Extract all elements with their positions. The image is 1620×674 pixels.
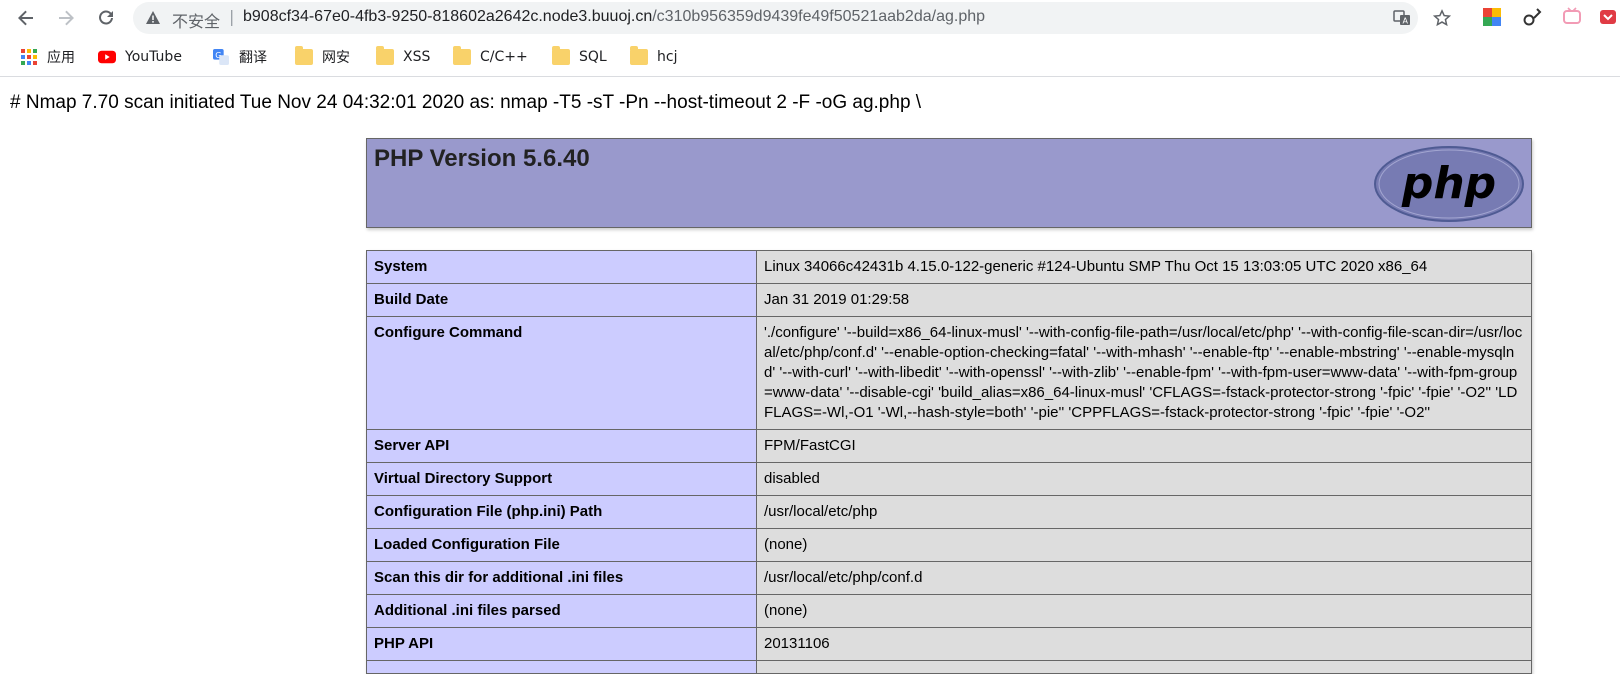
bookmark-folder-wangan[interactable]: 网安 — [295, 46, 350, 67]
info-key-cell: PHP API — [366, 627, 757, 661]
url-text[interactable]: b908cf34-67e0-4fb3-9250-818602a2642c.nod… — [243, 8, 985, 26]
folder-icon — [630, 46, 648, 65]
browser-toolbar: 不安全 | b908cf34-67e0-4fb3-9250-818602a264… — [0, 0, 1620, 36]
address-bar[interactable]: 不安全 | b908cf34-67e0-4fb3-9250-818602a264… — [133, 2, 1418, 34]
bookmark-folder-cpp[interactable]: C/C++ — [453, 46, 528, 67]
bookmark-apps[interactable]: 应用 — [20, 47, 75, 67]
php-logo-text: php — [1401, 158, 1496, 209]
google-translate-icon: G — [213, 49, 229, 65]
info-value-cell: /usr/local/etc/php — [756, 495, 1532, 529]
info-row: Scan this dir for additional .ini files /… — [366, 561, 1532, 595]
security-label[interactable]: 不安全 — [172, 8, 220, 32]
info-row: Configure Command './configure' '--build=… — [366, 316, 1532, 430]
info-key-cell — [366, 660, 757, 674]
php-info-table: System Linux 34066c42431b 4.15.0-122-gene… — [366, 250, 1532, 674]
translate-icon: A — [1393, 10, 1410, 26]
info-row: Virtual Directory Support disabled — [366, 462, 1532, 496]
bookmark-label: C/C++ — [480, 49, 528, 65]
reload-icon — [99, 10, 113, 25]
info-value-cell: /usr/local/etc/php/conf.d — [756, 561, 1532, 595]
info-row: Server API FPM/FastCGI — [366, 429, 1532, 463]
guitar-icon — [1523, 8, 1542, 26]
info-row: Loaded Configuration File (none) — [366, 528, 1532, 562]
info-key-cell: Loaded Configuration File — [366, 528, 757, 562]
info-value-cell — [756, 660, 1532, 674]
bookmark-label: XSS — [403, 49, 431, 65]
extension-guitar-button[interactable] — [1522, 7, 1542, 27]
info-row: Build Date Jan 31 2019 01:29:58 — [366, 283, 1532, 317]
info-value-cell: disabled — [756, 462, 1532, 496]
php-logo[interactable]: php — [1373, 145, 1525, 223]
tv-icon — [1563, 7, 1581, 24]
back-arrow-icon — [18, 10, 33, 26]
translate-page-button[interactable]: A — [1392, 8, 1412, 28]
info-row: PHP API 20131106 — [366, 627, 1532, 661]
info-row: System Linux 34066c42431b 4.15.0-122-gene… — [366, 250, 1532, 284]
info-value-cell: 20131106 — [756, 627, 1532, 661]
info-value-cell: Linux 34066c42431b 4.15.0-122-generic #1… — [756, 250, 1532, 284]
info-key-cell: System — [366, 250, 757, 284]
folder-icon — [552, 46, 570, 65]
svg-text:A: A — [1403, 17, 1409, 26]
info-value-cell: (none) — [756, 594, 1532, 628]
apps-grid-icon — [21, 49, 37, 65]
url-path: /c310b956359d9439fe49f50521aab2da/ag.php — [652, 8, 986, 25]
warning-triangle-icon — [146, 11, 160, 24]
info-key-cell: Configuration File (php.ini) Path — [366, 495, 757, 529]
extension-red-button[interactable] — [1598, 7, 1618, 27]
bookmark-folder-xss[interactable]: XSS — [376, 46, 431, 67]
info-value-cell: FPM/FastCGI — [756, 429, 1532, 463]
back-button[interactable] — [14, 6, 38, 30]
pocket-icon — [1600, 10, 1616, 24]
bookmarks-bar: 应用 YouTube G 翻译 网安 XSS C/C++ SQL hcj — [0, 38, 1620, 77]
omnibox-separator: | — [229, 7, 235, 26]
bookmark-youtube[interactable]: YouTube — [98, 47, 182, 67]
info-value-cell: Jan 31 2019 01:29:58 — [756, 283, 1532, 317]
folder-icon — [376, 46, 394, 65]
bookmark-label: 应用 — [47, 50, 75, 66]
star-icon — [1433, 9, 1451, 27]
info-value-cell: (none) — [756, 528, 1532, 562]
info-key-cell: Configure Command — [366, 316, 757, 430]
bookmark-label: YouTube — [125, 49, 182, 65]
bookmark-folder-sql[interactable]: SQL — [552, 46, 607, 67]
php-version-header: PHP Version 5.6.40 php — [366, 138, 1532, 228]
php-version-title: PHP Version 5.6.40 — [374, 145, 590, 172]
bookmark-label: 翻译 — [239, 50, 267, 66]
extension-colorful-button[interactable] — [1482, 7, 1502, 27]
info-row — [366, 660, 1532, 674]
folder-icon — [295, 46, 313, 65]
info-key-cell: Virtual Directory Support — [366, 462, 757, 496]
bookmark-label: hcj — [657, 49, 678, 65]
info-key-cell: Scan this dir for additional .ini files — [366, 561, 757, 595]
bookmark-star-button[interactable] — [1432, 8, 1452, 28]
info-key-cell: Server API — [366, 429, 757, 463]
url-host: b908cf34-67e0-4fb3-9250-818602a2642c.nod… — [243, 8, 653, 25]
nmap-output-line: # Nmap 7.70 scan initiated Tue Nov 24 04… — [10, 92, 922, 113]
reload-button[interactable] — [94, 6, 118, 30]
info-key-cell: Build Date — [366, 283, 757, 317]
bookmark-label: SQL — [579, 49, 607, 65]
extension-tv-button[interactable] — [1562, 7, 1582, 27]
youtube-icon — [98, 50, 116, 64]
forward-button[interactable] — [54, 6, 78, 30]
info-key-cell: Additional .ini files parsed — [366, 594, 757, 628]
bookmark-translate[interactable]: G 翻译 — [212, 47, 267, 67]
info-value-cell: './configure' '--build=x86_64-linux-musl… — [756, 316, 1532, 430]
info-row: Configuration File (php.ini) Path/usr/lo… — [366, 495, 1532, 529]
bookmark-label: 网安 — [322, 50, 350, 66]
colorful-extension-icon — [1483, 8, 1501, 26]
forward-arrow-icon — [59, 10, 74, 26]
info-row: Additional .ini files parsed (none) — [366, 594, 1532, 628]
folder-icon — [453, 46, 471, 65]
bookmark-folder-hcj[interactable]: hcj — [630, 46, 678, 67]
